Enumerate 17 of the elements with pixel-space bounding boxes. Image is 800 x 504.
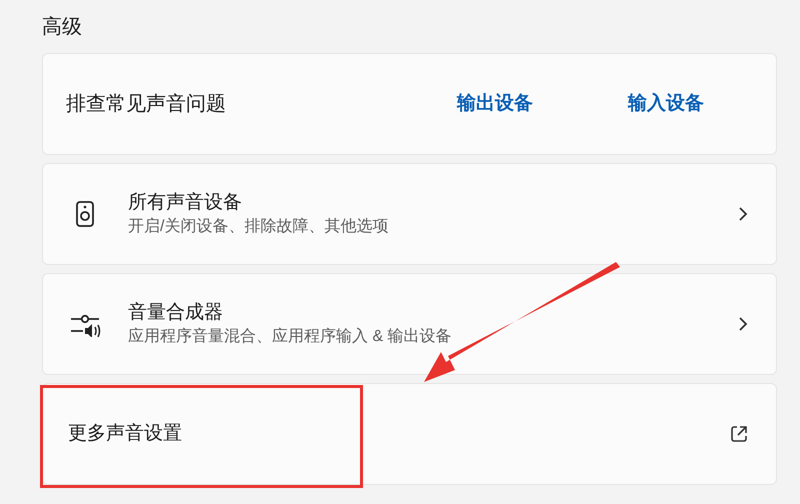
external-link-icon xyxy=(730,425,748,443)
card-subtitle: 应用程序音量混合、应用程序输入 & 输出设备 xyxy=(128,326,453,347)
card-subtitle: 开启/关闭设备、排除故障、其他选项 xyxy=(128,216,390,237)
settings-card[interactable]: 所有声音设备 开启/关闭设备、排除故障、其他选项 xyxy=(42,163,777,265)
card-label: 排查常见声音问题 xyxy=(66,92,227,117)
chevron-icon xyxy=(738,316,748,332)
link[interactable]: 输出设备 xyxy=(457,90,533,118)
link[interactable]: 输入设备 xyxy=(628,90,704,118)
chevron-icon xyxy=(738,206,748,222)
speaker-icon xyxy=(76,201,94,227)
settings-card[interactable]: 音量合成器 应用程序音量混合、应用程序输入 & 输出设备 xyxy=(42,273,777,375)
card-title: 音量合成器 xyxy=(128,301,224,325)
section-title: 高级 xyxy=(42,15,83,40)
card-title: 所有声音设备 xyxy=(128,191,243,215)
settings-card[interactable]: 排查常见声音问题 输出设备 输入设备 xyxy=(42,53,777,155)
card-title: 更多声音设置 xyxy=(68,422,183,446)
settings-card[interactable]: 更多声音设置 xyxy=(42,383,777,485)
